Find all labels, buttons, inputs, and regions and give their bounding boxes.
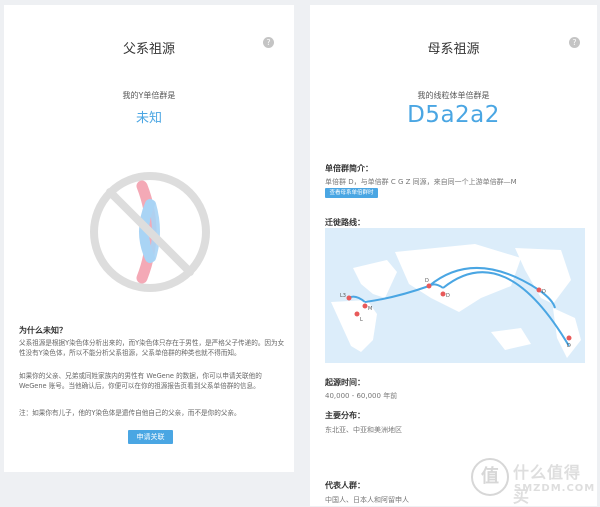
smzdm-logo: 值	[471, 458, 509, 496]
distribution-title: 主要分布：	[325, 411, 365, 420]
map-label: M	[368, 306, 372, 312]
intro-title: 单倍群简介：	[325, 164, 373, 173]
watermark-sub: SMZDM.COM	[514, 483, 596, 494]
mt-haplogroup-value: D5a2a2	[407, 102, 500, 128]
map-label: L3	[340, 293, 346, 299]
route-title: 迁徙路线：	[325, 218, 365, 227]
map-label: D	[542, 289, 546, 295]
paternal-panel: ? 父系祖源 我的Y单倍群是 未知 为什么未知？ 父系祖源是根据Y染色体分析出来…	[4, 5, 294, 472]
request-link-button[interactable]: 申请关联	[128, 430, 173, 444]
mt-haplogroup-label: 我的线粒体单倍群是	[417, 91, 490, 100]
map-label: D	[425, 278, 429, 284]
origin-title: 起源时间：	[325, 378, 365, 387]
map-label: D	[567, 343, 571, 349]
smzdm-watermark: 值 什么值得买 SMZDM.COM	[471, 454, 597, 506]
maternal-title: 母系祖源	[427, 42, 480, 57]
maternal-panel: ? 母系祖源 我的线粒体单倍群是 D5a2a2 单倍群简介： 单倍群 D，与单倍…	[310, 5, 597, 506]
view-detail-button[interactable]: 查看母系单倍群时	[325, 188, 378, 198]
distribution-text: 东北亚、中亚和美洲地区	[325, 426, 402, 434]
origin-text: 40,000 - 60,000 年前	[325, 392, 398, 400]
paragraph: 父系祖源是根据Y染色体分析出来的，而Y染色体只存在于男性，是严格父子传递的。因为…	[19, 339, 285, 357]
prohibited-chromosome-icon	[90, 172, 210, 292]
population-title: 代表人群：	[325, 481, 365, 490]
paternal-title: 父系祖源	[122, 42, 175, 57]
paragraph: 注：如果你有儿子，他的Y染色体是遗传自他自己的父亲，而不是你的父亲。	[19, 409, 241, 417]
intro-text: 单倍群 D，与单倍群 C G Z 同源，来自同一个上游单倍群—M	[325, 178, 517, 186]
paragraph: 如果你的父亲、兄弟或同姓家族内的男性有 WeGene 的数据，你可以申请关联他的…	[19, 372, 262, 390]
y-haplogroup-label: 我的Y单倍群是	[122, 91, 176, 100]
migration-map: L3 L M D D D D	[325, 228, 585, 363]
map-label: L	[360, 317, 363, 323]
y-haplogroup-value: 未知	[135, 111, 162, 126]
map-label: D	[446, 293, 450, 299]
why-unknown-title: 为什么未知？	[19, 326, 67, 335]
